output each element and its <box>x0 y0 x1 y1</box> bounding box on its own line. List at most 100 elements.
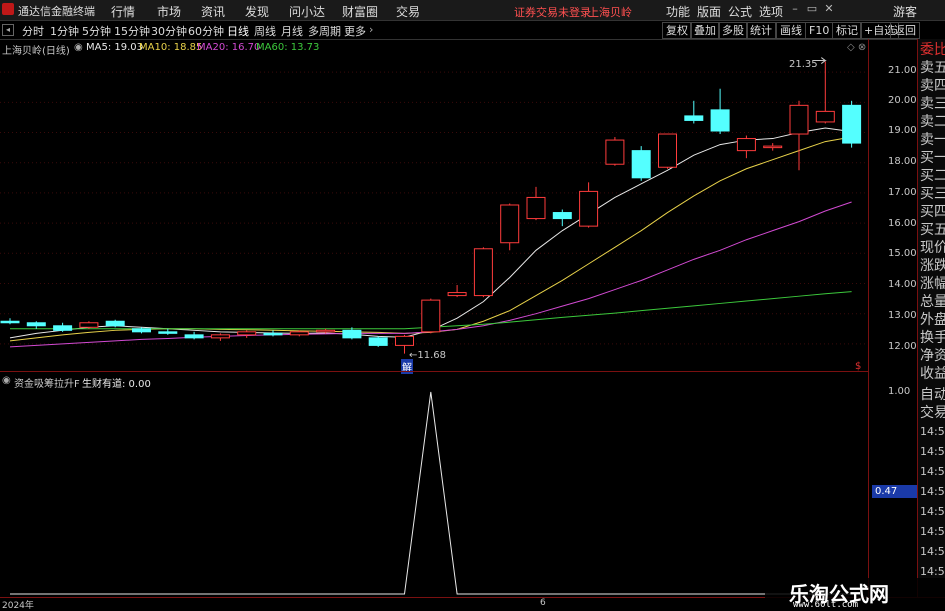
menu-options[interactable]: 选项 <box>759 3 783 20</box>
side-label[interactable]: 交易 <box>920 402 945 422</box>
candle-body <box>526 196 546 220</box>
tool-mark[interactable]: 标记 <box>832 22 862 39</box>
low-marker-label: ←11.68 <box>409 350 447 361</box>
period-15min[interactable]: 15分钟 <box>114 23 150 39</box>
price-tick: 15.00 <box>888 248 917 259</box>
candle-body <box>736 138 756 152</box>
candle-body <box>395 335 414 346</box>
side-label[interactable]: 净资 <box>920 345 945 365</box>
candle-body <box>763 145 783 149</box>
guest-label[interactable]: 游客 <box>893 3 917 20</box>
period-1min[interactable]: 1分钟 <box>50 23 79 39</box>
candle <box>237 330 257 338</box>
candle-body <box>158 331 178 334</box>
high-marker-label: 21.35 <box>789 59 818 70</box>
side-label[interactable]: 涨跌 <box>920 255 945 275</box>
candle <box>579 182 599 228</box>
minimize-icon[interactable]: – <box>788 2 802 16</box>
side-time: 14:56 <box>920 425 945 438</box>
menu-layout[interactable]: 版面 <box>697 3 721 20</box>
period-monthly[interactable]: 月线 <box>281 23 303 39</box>
indicator-axis <box>868 371 917 597</box>
date-month: 6 <box>540 598 546 608</box>
tool-back[interactable]: 返回 <box>890 22 920 39</box>
candle <box>79 321 99 329</box>
tool-multistock[interactable]: 多股 <box>718 22 748 39</box>
period-60min[interactable]: 60分钟 <box>188 23 224 39</box>
menu-ask[interactable]: 问小达 <box>289 3 325 20</box>
side-label[interactable]: 换手 <box>920 327 945 347</box>
close-icon[interactable]: ✕ <box>822 2 836 16</box>
period-daily[interactable]: 日线 <box>227 23 249 39</box>
tool-overlay[interactable]: 叠加 <box>690 22 720 39</box>
side-label[interactable]: 卖四 <box>920 75 945 95</box>
period-30min[interactable]: 30分钟 <box>151 23 187 39</box>
collapse-icon[interactable]: ◂ <box>2 24 14 36</box>
menu-quotes[interactable]: 行情 <box>111 3 135 20</box>
chevron-right-icon[interactable]: › <box>369 23 373 36</box>
menu-discover[interactable]: 发现 <box>245 3 269 20</box>
tool-f10[interactable]: F10 <box>805 22 834 39</box>
tool-adjust[interactable]: 复权 <box>662 22 692 39</box>
side-label[interactable]: 自动 <box>920 384 945 404</box>
side-label[interactable]: 买三 <box>920 183 945 203</box>
candle <box>473 247 493 298</box>
candle-body <box>237 331 257 336</box>
candle-body <box>79 322 99 328</box>
menu-function[interactable]: 功能 <box>666 3 690 20</box>
period-5min[interactable]: 5分钟 <box>82 23 111 39</box>
menu-trade[interactable]: 交易 <box>396 3 420 20</box>
side-label[interactable]: 现价 <box>920 237 945 257</box>
menu-formula[interactable]: 公式 <box>728 3 752 20</box>
candle <box>736 135 756 159</box>
menu-market[interactable]: 市场 <box>157 3 181 20</box>
menu-bar: 通达信金融终端 行情 市场 资讯 发现 问小达 财富圈 交易 证券交易未登录 上… <box>0 0 945 21</box>
side-label[interactable]: 涨幅 <box>920 273 945 293</box>
period-timeshare[interactable]: 分时 <box>22 23 44 39</box>
indicator-svg <box>10 391 852 595</box>
tool-stats[interactable]: 统计 <box>746 22 776 39</box>
side-label[interactable]: 卖五 <box>920 57 945 77</box>
indicator-tick-max: 1.00 <box>888 386 911 397</box>
side-label[interactable]: 买五 <box>920 219 945 239</box>
candle-body <box>421 299 441 333</box>
candle <box>526 186 546 221</box>
side-label[interactable]: 买二 <box>920 165 945 185</box>
period-more[interactable]: 更多 <box>344 23 366 39</box>
candle <box>26 321 46 329</box>
side-time: 14:56 <box>920 445 945 458</box>
period-multi[interactable]: 多周期 <box>308 23 341 39</box>
side-label[interactable]: 卖三 <box>920 93 945 113</box>
candle <box>184 331 204 340</box>
tool-draw[interactable]: 画线 <box>776 22 806 39</box>
stock-link[interactable]: 上海贝岭 <box>588 4 632 20</box>
candle-body <box>105 320 125 327</box>
side-label[interactable]: 委比 <box>920 39 945 59</box>
price-tick: 19.00 <box>888 125 917 136</box>
candle <box>815 61 835 124</box>
app-title: 通达信金融终端 <box>18 5 95 18</box>
candle-body <box>132 328 151 333</box>
candle-body <box>447 292 467 297</box>
candle <box>605 137 625 166</box>
side-label[interactable]: 买四 <box>920 201 945 221</box>
trade-login-warning[interactable]: 证券交易未登录 <box>514 4 591 20</box>
period-weekly[interactable]: 周线 <box>254 23 276 39</box>
side-label[interactable]: 总量 <box>920 291 945 311</box>
candle-body <box>789 104 809 135</box>
side-label[interactable]: 买一 <box>920 147 945 167</box>
restore-icon[interactable]: ▭ <box>805 2 819 16</box>
watermark: 乐淘公式网 www.60lt.com <box>765 578 945 610</box>
side-label[interactable]: 卖一 <box>920 129 945 149</box>
candle-body <box>368 337 388 346</box>
side-label[interactable]: 外盘 <box>920 309 945 329</box>
menu-wealth[interactable]: 财富圈 <box>342 3 378 20</box>
side-time: 14:56 <box>920 485 945 498</box>
main-chart[interactable]: 上海贝岭(日线) ◉ MA5: 19.03 MA10: 18.85 MA20: … <box>0 39 868 374</box>
menu-news[interactable]: 资讯 <box>201 3 225 20</box>
candle <box>710 88 730 135</box>
side-label[interactable]: 卖二 <box>920 111 945 131</box>
candle <box>789 100 809 171</box>
side-label[interactable]: 收益 <box>920 363 945 383</box>
indicator-chart[interactable]: ◉ 资金吸筹拉升F 生财有道: 0.00 <box>0 371 868 598</box>
